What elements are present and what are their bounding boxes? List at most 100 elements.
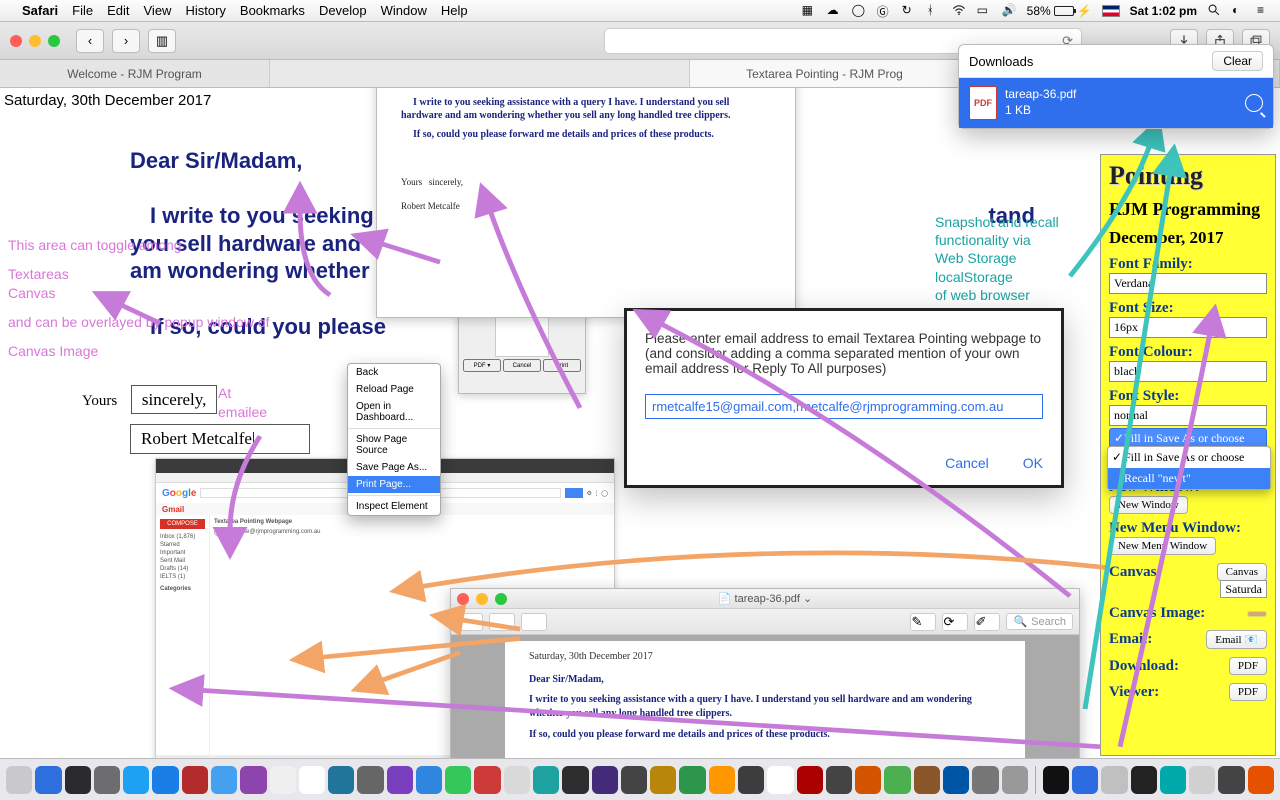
menu-develop[interactable]: Develop — [319, 3, 367, 18]
wifi-icon[interactable] — [952, 3, 967, 18]
dock-app-icon[interactable] — [211, 766, 237, 794]
download-item[interactable]: PDF tareap-36.pdf 1 KB — [959, 78, 1273, 128]
pdf-share-button[interactable] — [521, 613, 547, 631]
reveal-in-finder-icon[interactable] — [1245, 94, 1263, 112]
pdf-search-field[interactable]: 🔍 Search — [1006, 613, 1073, 630]
font-colour-input[interactable] — [1109, 361, 1267, 382]
volume-icon[interactable]: 🔊 — [1002, 3, 1017, 18]
dock-app-icon[interactable] — [123, 766, 149, 794]
dock-app-icon[interactable] — [914, 766, 940, 794]
gmail-search-button[interactable] — [565, 488, 583, 498]
menu-view[interactable]: View — [144, 3, 172, 18]
notification-center-icon[interactable]: ≡ — [1257, 3, 1272, 18]
menu-edit[interactable]: Edit — [107, 3, 129, 18]
menu-file[interactable]: File — [72, 3, 93, 18]
dock-app-icon[interactable] — [1072, 766, 1098, 794]
close-window[interactable] — [457, 593, 469, 605]
dock-app-icon[interactable] — [1189, 766, 1215, 794]
sidebar-button[interactable]: ▥ — [148, 29, 176, 53]
dock-app-icon[interactable] — [592, 766, 618, 794]
print-pdf-menu[interactable]: PDF ▾ — [463, 359, 501, 372]
tab-textarea-pointing[interactable]: Textarea Pointing - RJM Prog — [690, 60, 960, 87]
menu-history[interactable]: History — [185, 3, 225, 18]
menu-window[interactable]: Window — [381, 3, 427, 18]
ctx-print[interactable]: Print Page... — [348, 476, 440, 493]
dock-app-icon[interactable] — [240, 766, 266, 794]
download-pdf-button[interactable]: PDF — [1229, 657, 1267, 675]
time-machine-icon[interactable]: ↻ — [902, 3, 917, 18]
ctx-source[interactable]: Show Page Source — [348, 431, 440, 459]
font-size-input[interactable] — [1109, 317, 1267, 338]
viewer-pdf-button[interactable]: PDF — [1229, 683, 1267, 701]
dock-app-icon[interactable] — [445, 766, 471, 794]
dock-app-icon[interactable] — [1248, 766, 1274, 794]
close-window[interactable] — [10, 35, 22, 47]
app-name[interactable]: Safari — [22, 3, 58, 18]
dock-app-icon[interactable] — [972, 766, 998, 794]
dd-option-recall[interactable]: Recall "newt" — [1108, 468, 1270, 489]
status-icon[interactable]: ☁︎ — [827, 3, 842, 18]
dock-app-icon[interactable] — [474, 766, 500, 794]
dock-app-icon[interactable] — [328, 766, 354, 794]
minimize-window[interactable] — [29, 35, 41, 47]
ctx-dashboard[interactable]: Open in Dashboard... — [348, 398, 440, 426]
dock-app-icon[interactable] — [943, 766, 969, 794]
downloads-clear-button[interactable]: Clear — [1212, 51, 1263, 71]
back-button[interactable]: ‹ — [76, 29, 104, 53]
dock-app-icon[interactable] — [65, 766, 91, 794]
dock-app-icon[interactable] — [767, 766, 793, 794]
dock-app-icon[interactable] — [152, 766, 178, 794]
gmail-folder[interactable]: Starred — [160, 541, 205, 549]
compose-button[interactable]: COMPOSE — [160, 519, 205, 529]
dock-app-icon[interactable] — [94, 766, 120, 794]
print-print[interactable]: Print — [543, 359, 581, 372]
pdf-markup-button[interactable]: ✎ — [910, 613, 936, 631]
forward-button[interactable]: › — [112, 29, 140, 53]
dock-app-icon[interactable] — [1160, 766, 1186, 794]
new-window-button[interactable]: New Window — [1109, 496, 1188, 514]
dock-app-icon[interactable] — [738, 766, 764, 794]
status-icon[interactable]: ◯ — [852, 3, 867, 18]
minimize-window[interactable] — [476, 593, 488, 605]
display-icon[interactable]: ▭ — [977, 3, 992, 18]
ctx-saveas[interactable]: Save Page As... — [348, 459, 440, 476]
dock-app-icon[interactable] — [35, 766, 61, 794]
pdf-rotate-button[interactable]: ⟳ — [942, 613, 968, 631]
dock-app-icon[interactable] — [416, 766, 442, 794]
ctx-back[interactable]: Back — [348, 364, 440, 381]
menu-bookmarks[interactable]: Bookmarks — [240, 3, 305, 18]
dock-app-icon[interactable] — [6, 766, 32, 794]
dock-app-icon[interactable] — [504, 766, 530, 794]
battery-status[interactable]: 58% ⚡ — [1027, 4, 1092, 18]
dock-app-icon[interactable] — [884, 766, 910, 794]
status-icon[interactable]: Ⓖ — [877, 3, 892, 18]
dd-option-current[interactable]: Fill in Save As or choose — [1108, 447, 1270, 468]
prompt-ok-button[interactable]: OK — [1023, 455, 1043, 471]
gmail-folder[interactable]: IELTS (1) — [160, 573, 205, 581]
dock-app-icon[interactable] — [357, 766, 383, 794]
letter-name-box[interactable]: Robert Metcalfe| — [130, 424, 310, 454]
dock-app-icon[interactable] — [1131, 766, 1157, 794]
email-button[interactable]: Email 📧 — [1206, 630, 1267, 649]
input-source-flag[interactable] — [1102, 5, 1120, 17]
dock-app-icon[interactable] — [182, 766, 208, 794]
dock-app-icon[interactable] — [1043, 766, 1069, 794]
pdf-sidebar-button[interactable] — [457, 613, 483, 631]
dock-app-icon[interactable] — [299, 766, 325, 794]
tab-welcome[interactable]: Welcome - RJM Program — [0, 60, 270, 87]
ctx-inspect[interactable]: Inspect Element — [348, 498, 440, 515]
dock-app-icon[interactable] — [562, 766, 588, 794]
pdf-annotate-button[interactable]: ✐ — [974, 613, 1000, 631]
zoom-window[interactable] — [48, 35, 60, 47]
menu-help[interactable]: Help — [441, 3, 468, 18]
dock-app-icon[interactable] — [709, 766, 735, 794]
pdf-zoom-button[interactable] — [489, 613, 515, 631]
print-cancel[interactable]: Cancel — [503, 359, 541, 372]
dock-app-icon[interactable] — [797, 766, 823, 794]
dock-app-icon[interactable] — [1218, 766, 1244, 794]
dock-app-icon[interactable] — [826, 766, 852, 794]
ctx-reload[interactable]: Reload Page — [348, 381, 440, 398]
bluetooth-icon[interactable]: ᚼ — [927, 3, 942, 18]
new-menu-window-button[interactable]: New Menu Window — [1109, 537, 1216, 555]
canvas-button[interactable]: Canvas — [1217, 563, 1267, 581]
